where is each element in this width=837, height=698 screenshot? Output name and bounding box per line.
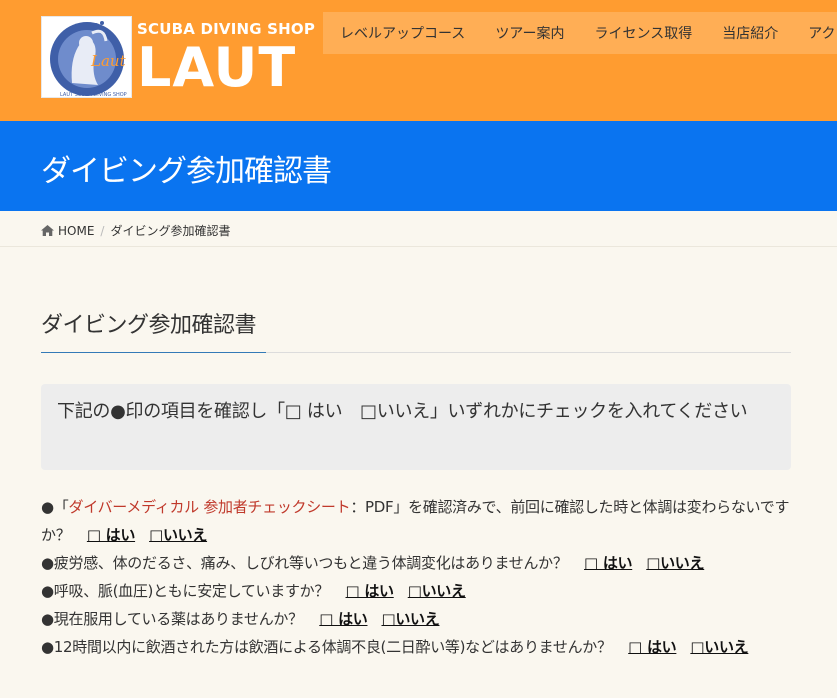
list-item: ●疲労感、体のだるさ、痛み、しびれ等いつもと違う体調変化はありませんか？ □ は… [41, 549, 791, 577]
page-title-band: ダイビング参加確認書 [0, 121, 837, 211]
medical-checksheet-link[interactable]: ダイバーメディカル 参加者チェックシート [69, 498, 351, 516]
list-item: ●現在服用している薬はありませんか？ □ はい □いいえ [41, 605, 791, 633]
content-heading: ダイビング参加確認書 [41, 313, 257, 338]
list-item: ●呼吸、脈(血圧)ともに安定していますか？ □ はい □いいえ [41, 577, 791, 605]
yes-checkbox[interactable]: □ はい [628, 638, 677, 656]
breadcrumb-separator: / [100, 223, 105, 238]
diver-emblem-icon: Laut LAUT SCUBA DIVING SHOP [50, 21, 127, 98]
answer-choices: □ はい □いいえ [584, 554, 704, 572]
yes-checkbox[interactable]: □ はい [584, 554, 633, 572]
bullet: ● [41, 498, 54, 516]
breadcrumb-home[interactable]: HOME [58, 224, 94, 238]
nav-item-levelup[interactable]: レベルアップコース [323, 23, 480, 43]
bullet: ● [41, 554, 54, 572]
home-icon [41, 225, 54, 236]
svg-text:Laut: Laut [90, 52, 127, 70]
page-title: ダイビング参加確認書 [41, 154, 332, 189]
logo-title: LAUT [137, 36, 297, 99]
site-logo[interactable]: Laut LAUT SCUBA DIVING SHOP SCUBA DIVING… [41, 16, 321, 98]
nav-item-about[interactable]: 当店紹介 [707, 23, 793, 43]
list-item: ●12時間以内に飲酒された方は飲酒による体調不良(二日酔い等)などはありませんか… [41, 633, 791, 661]
answer-choices: □ はい □いいえ [628, 638, 748, 656]
logo-emblem: Laut LAUT SCUBA DIVING SHOP [41, 16, 132, 98]
answer-choices: □ はい □いいえ [346, 582, 466, 600]
list-item: ●「ダイバーメディカル 参加者チェックシート：PDF」を確認済みで、前回に確認し… [41, 493, 791, 549]
nav-item-tour[interactable]: ツアー案内 [480, 23, 579, 43]
svg-text:LAUT SCUBA DIVING SHOP: LAUT SCUBA DIVING SHOP [60, 92, 127, 98]
bullet: ● [41, 610, 54, 628]
breadcrumb: HOME / ダイビング参加確認書 [0, 211, 837, 247]
item-prefix: 「 [53, 498, 69, 516]
yes-checkbox[interactable]: □ はい [346, 582, 395, 600]
item-text: 12時間以内に飲酒された方は飲酒による体調不良(二日酔い等)などはありませんか？ [53, 638, 612, 656]
no-checkbox[interactable]: □いいえ [381, 610, 439, 628]
site-header: Laut LAUT SCUBA DIVING SHOP SCUBA DIVING… [0, 0, 837, 121]
yes-checkbox[interactable]: □ はい [319, 610, 368, 628]
answer-choices: □ はい □いいえ [87, 526, 207, 544]
confirmation-checklist: ●「ダイバーメディカル 参加者チェックシート：PDF」を確認済みで、前回に確認し… [41, 493, 791, 661]
answer-choices: □ はい □いいえ [319, 610, 439, 628]
no-checkbox[interactable]: □いいえ [149, 526, 207, 544]
global-nav: レベルアップコース ツアー案内 ライセンス取得 当店紹介 アク [323, 12, 837, 54]
item-text: 現在服用している薬はありませんか？ [53, 610, 303, 628]
item-text: 疲労感、体のだるさ、痛み、しびれ等いつもと違う体調変化はありませんか？ [53, 554, 568, 572]
no-checkbox[interactable]: □いいえ [690, 638, 748, 656]
heading-divider-accent [41, 352, 266, 353]
bullet: ● [41, 582, 54, 600]
nav-item-license[interactable]: ライセンス取得 [579, 23, 707, 43]
instruction-text: 下記の●印の項目を確認し「□ はい □いいえ」いずれかにチェックを入れてください [57, 401, 748, 422]
no-checkbox[interactable]: □いいえ [646, 554, 704, 572]
instruction-box: 下記の●印の項目を確認し「□ はい □いいえ」いずれかにチェックを入れてください [41, 384, 791, 470]
breadcrumb-current: ダイビング参加確認書 [110, 224, 231, 238]
nav-item-access[interactable]: アク [793, 23, 837, 43]
logo-wordmark: SCUBA DIVING SHOP LAUT [137, 16, 321, 98]
item-text: 呼吸、脈(血圧)ともに安定していますか？ [53, 582, 330, 600]
bullet: ● [41, 638, 54, 656]
yes-checkbox[interactable]: □ はい [87, 526, 136, 544]
no-checkbox[interactable]: □いいえ [408, 582, 466, 600]
